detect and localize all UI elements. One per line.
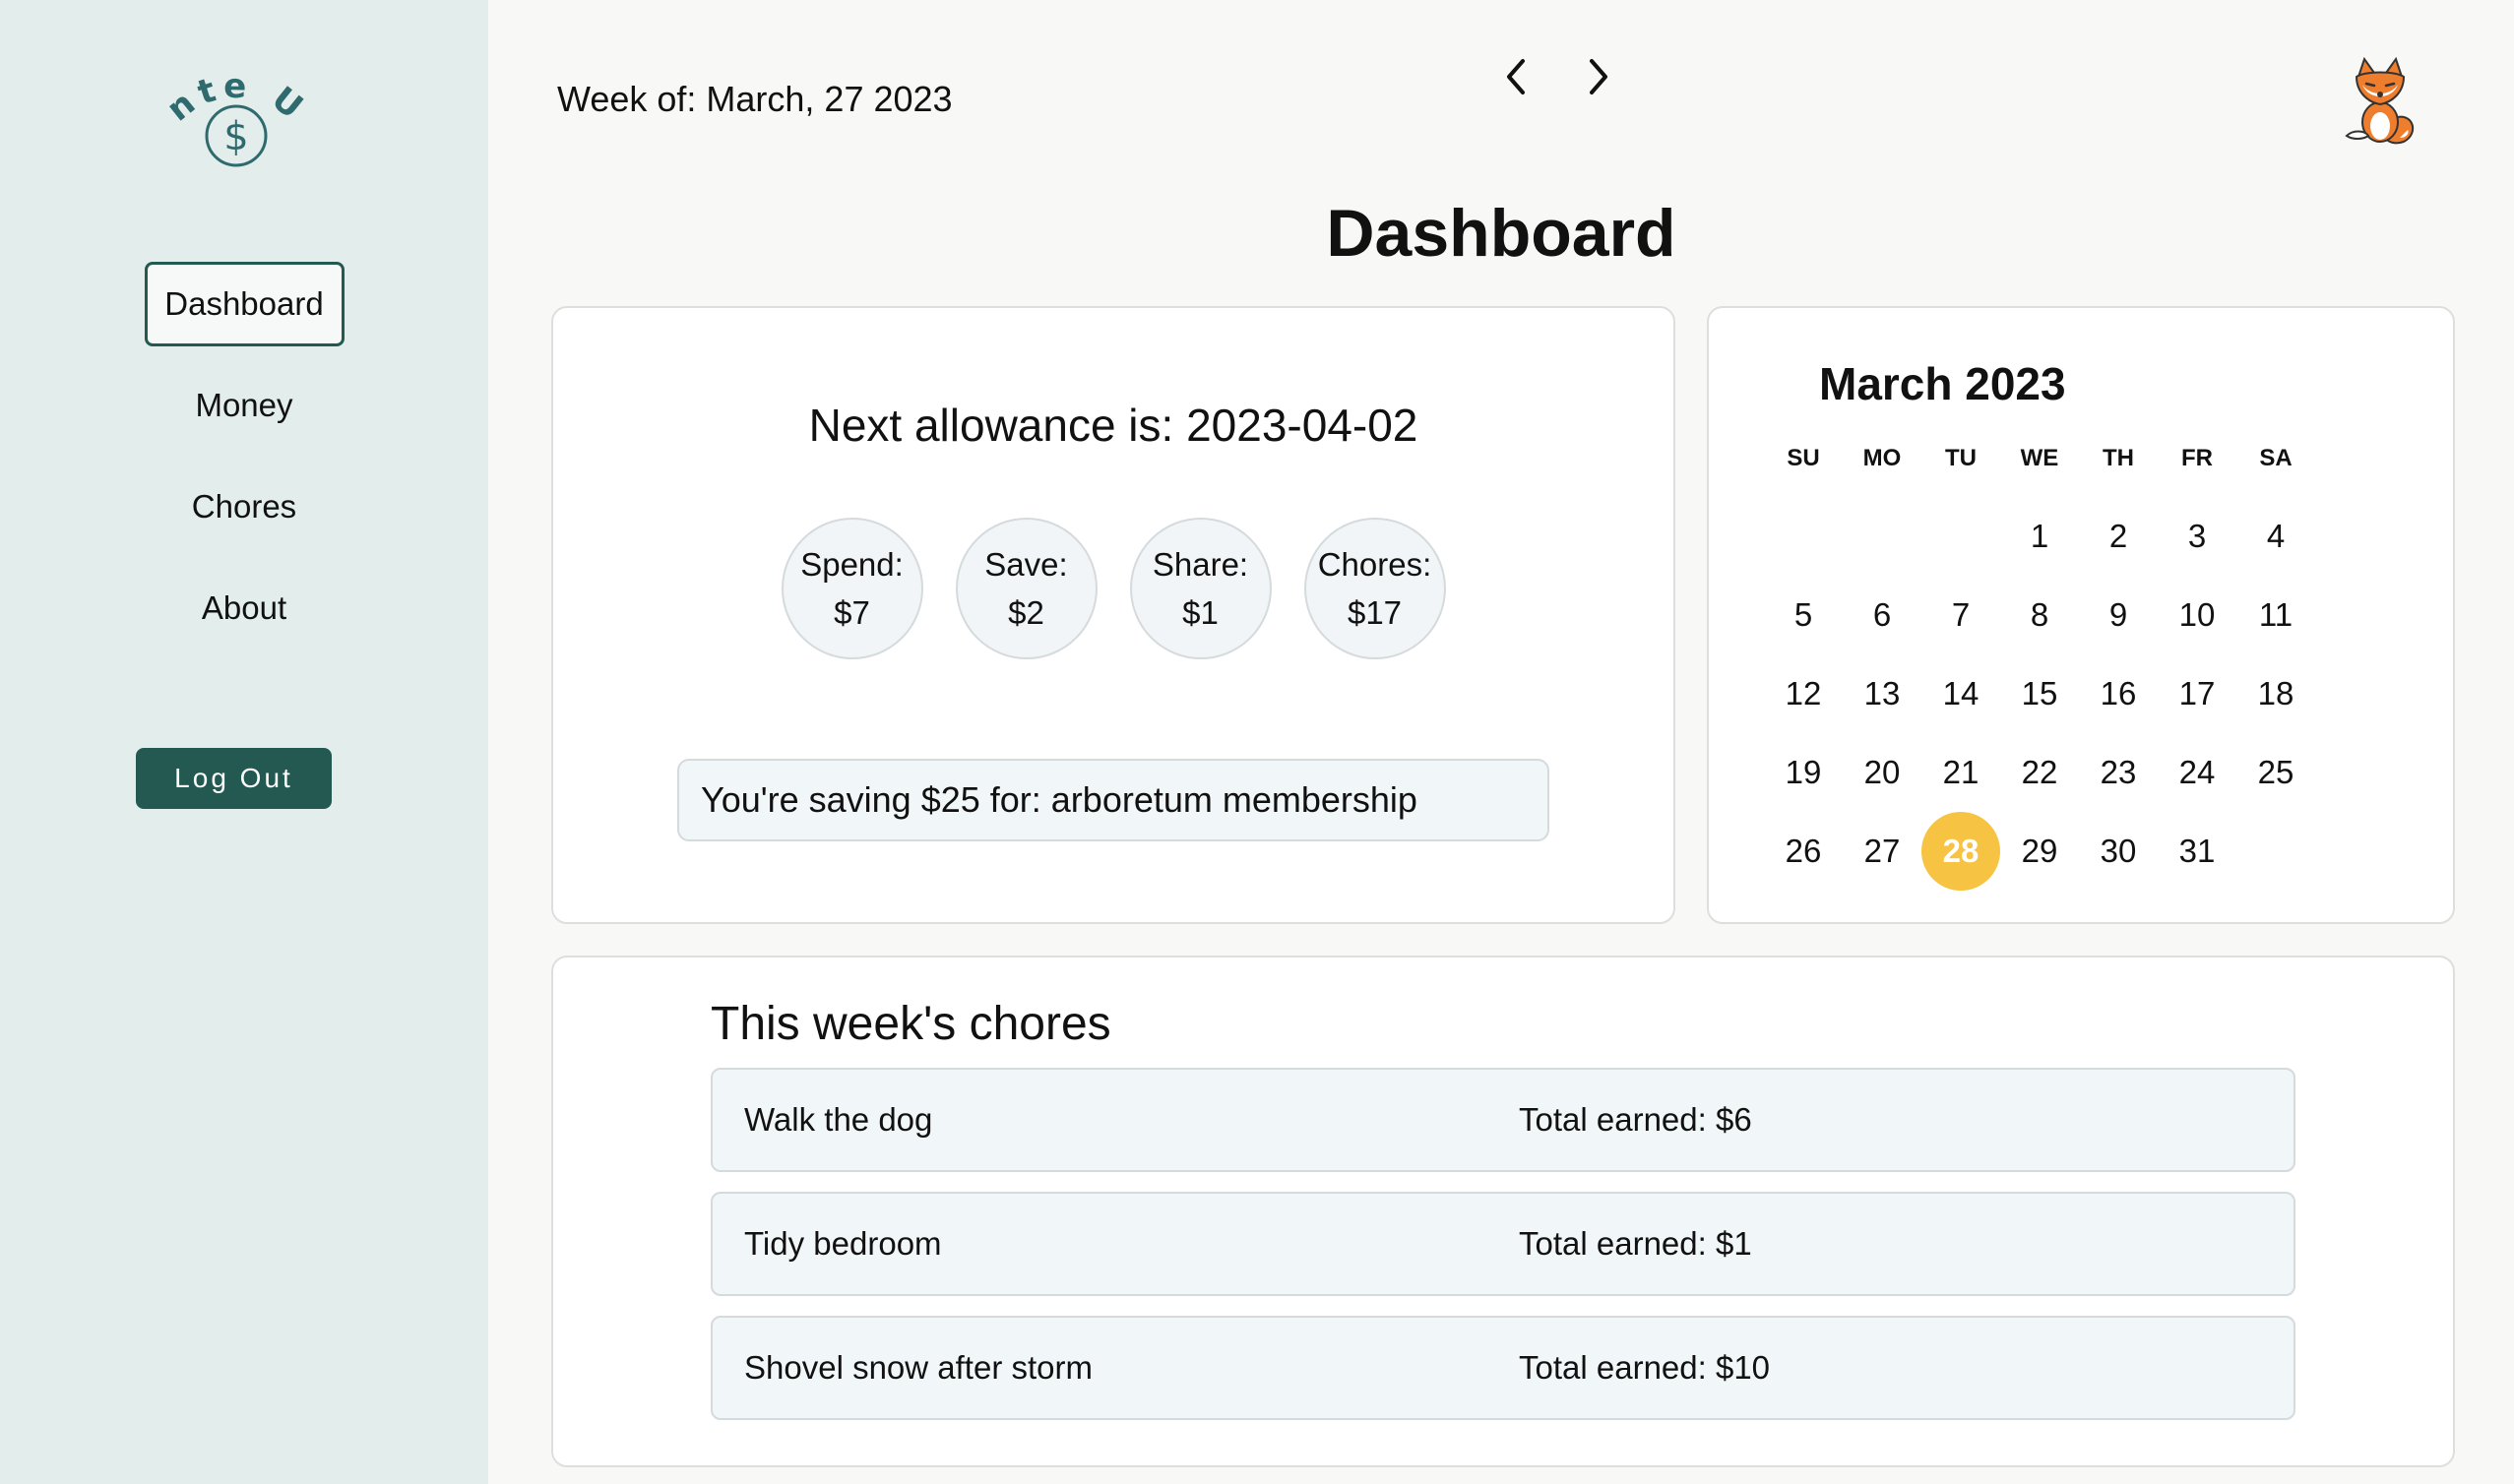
weekday-label: FR <box>2181 445 2213 471</box>
calendar-day[interactable]: 29 <box>2000 812 2079 891</box>
fox-avatar-icon[interactable] <box>2343 56 2421 146</box>
chevron-right-icon[interactable] <box>1569 47 1628 106</box>
calendar-day[interactable]: 5 <box>1764 576 1843 654</box>
calendar-day[interactable]: 1 <box>2000 497 2079 576</box>
calendar-day[interactable]: 14 <box>1921 654 2000 733</box>
calendar-day[interactable]: 25 <box>2236 733 2315 812</box>
calendar-day[interactable]: 9 <box>2079 576 2158 654</box>
calendar-day[interactable]: 10 <box>2158 576 2236 654</box>
calendar-day[interactable]: 16 <box>2079 654 2158 733</box>
allowance-card: Next allowance is: 2023-04-02 Spend: $7 … <box>551 306 1675 924</box>
sidebar-item-money[interactable]: Money <box>145 363 345 448</box>
weekday-label: TU <box>1945 445 1977 471</box>
bucket-label: Spend: <box>800 546 904 583</box>
chore-row[interactable]: Walk the dog Total earned: $6 <box>711 1068 2295 1172</box>
calendar-day[interactable]: 31 <box>2158 812 2236 891</box>
saving-goal-box: You're saving $25 for: arboretum members… <box>677 759 1549 841</box>
weekday-label: TH <box>2103 445 2134 471</box>
calendar-day[interactable]: 27 <box>1843 812 1921 891</box>
chores-heading: This week's chores <box>711 998 1111 1050</box>
chores-card: This week's chores Walk the dog Total ea… <box>551 956 2455 1467</box>
calendar-day[interactable]: 17 <box>2158 654 2236 733</box>
calendar-day[interactable]: 19 <box>1764 733 1843 812</box>
next-allowance-heading: Next allowance is: 2023-04-02 <box>808 400 1418 451</box>
calendar-day[interactable]: 23 <box>2079 733 2158 812</box>
bucket-value: $17 <box>1347 594 1403 631</box>
calendar-day[interactable]: 24 <box>2158 733 2236 812</box>
chore-row[interactable]: Shovel snow after storm Total earned: $1… <box>711 1316 2295 1420</box>
sidebar-item-chores[interactable]: Chores <box>145 464 345 549</box>
calendar-day[interactable]: 26 <box>1764 812 1843 891</box>
chore-earned: Total earned: $6 <box>1519 1101 1752 1138</box>
spend-bucket: Spend: $7 <box>781 518 923 659</box>
sidebar: Ante Up $ Dashboard Money Chores About L… <box>0 0 488 1484</box>
calendar-day[interactable]: 15 <box>2000 654 2079 733</box>
logout-button[interactable]: Log Out <box>136 748 332 809</box>
weekday-label: SA <box>2259 445 2293 471</box>
chore-name: Walk the dog <box>744 1101 933 1138</box>
chore-name: Tidy bedroom <box>744 1225 942 1262</box>
page-title: Dashboard <box>1326 196 1676 271</box>
weekday-label: WE <box>2020 445 2059 471</box>
calendar-day[interactable]: 11 <box>2236 576 2315 654</box>
logo-dollar-icon: $ <box>223 114 248 159</box>
calendar-day[interactable]: 18 <box>2236 654 2315 733</box>
calendar-day[interactable]: 2 <box>2079 497 2158 576</box>
calendar-month-label: March 2023 <box>1819 358 2066 409</box>
calendar-day-today[interactable]: 28 <box>1921 812 2000 891</box>
bucket-label: Chores: <box>1317 546 1432 583</box>
bucket-value: $2 <box>1008 594 1044 631</box>
chore-name: Shovel snow after storm <box>744 1349 1093 1386</box>
calendar-day[interactable]: 7 <box>1921 576 2000 654</box>
calendar-day[interactable]: 12 <box>1764 654 1843 733</box>
week-label: Week of: March, 27 2023 <box>557 79 953 119</box>
chores-bucket: Chores: $17 <box>1303 518 1446 659</box>
calendar-day[interactable]: 6 <box>1843 576 1921 654</box>
sidebar-item-about[interactable]: About <box>145 566 345 650</box>
allowance-buckets: Spend: $7 Save: $2 Share: $1 Chores: $17 <box>553 518 1673 659</box>
weekday-label: SU <box>1787 445 1820 471</box>
save-bucket: Save: $2 <box>955 518 1098 659</box>
sidebar-item-dashboard[interactable]: Dashboard <box>144 262 345 346</box>
app-logo[interactable]: Ante Up $ <box>153 59 320 177</box>
bucket-label: Share: <box>1152 546 1249 583</box>
chore-row[interactable]: Tidy bedroom Total earned: $1 <box>711 1192 2295 1296</box>
chore-earned: Total earned: $1 <box>1519 1225 1752 1262</box>
share-bucket: Share: $1 <box>1129 518 1272 659</box>
bucket-label: Save: <box>984 546 1068 583</box>
calendar-day[interactable]: 22 <box>2000 733 2079 812</box>
calendar-day[interactable]: 4 <box>2236 497 2315 576</box>
bucket-value: $7 <box>834 594 870 631</box>
chevron-left-icon[interactable] <box>1486 47 1545 106</box>
calendar-day[interactable]: 3 <box>2158 497 2236 576</box>
calendar-day[interactable]: 21 <box>1921 733 2000 812</box>
calendar-day[interactable]: 30 <box>2079 812 2158 891</box>
calendar-day[interactable]: 8 <box>2000 576 2079 654</box>
sidebar-nav: Dashboard Money Chores About <box>0 262 488 667</box>
calendar-day[interactable]: 20 <box>1843 733 1921 812</box>
weekday-label: MO <box>1862 445 1902 471</box>
chore-earned: Total earned: $10 <box>1519 1349 1771 1386</box>
logo-graphic: Ante Up $ <box>153 59 309 167</box>
bucket-value: $1 <box>1182 594 1219 631</box>
calendar-day[interactable]: 13 <box>1843 654 1921 733</box>
